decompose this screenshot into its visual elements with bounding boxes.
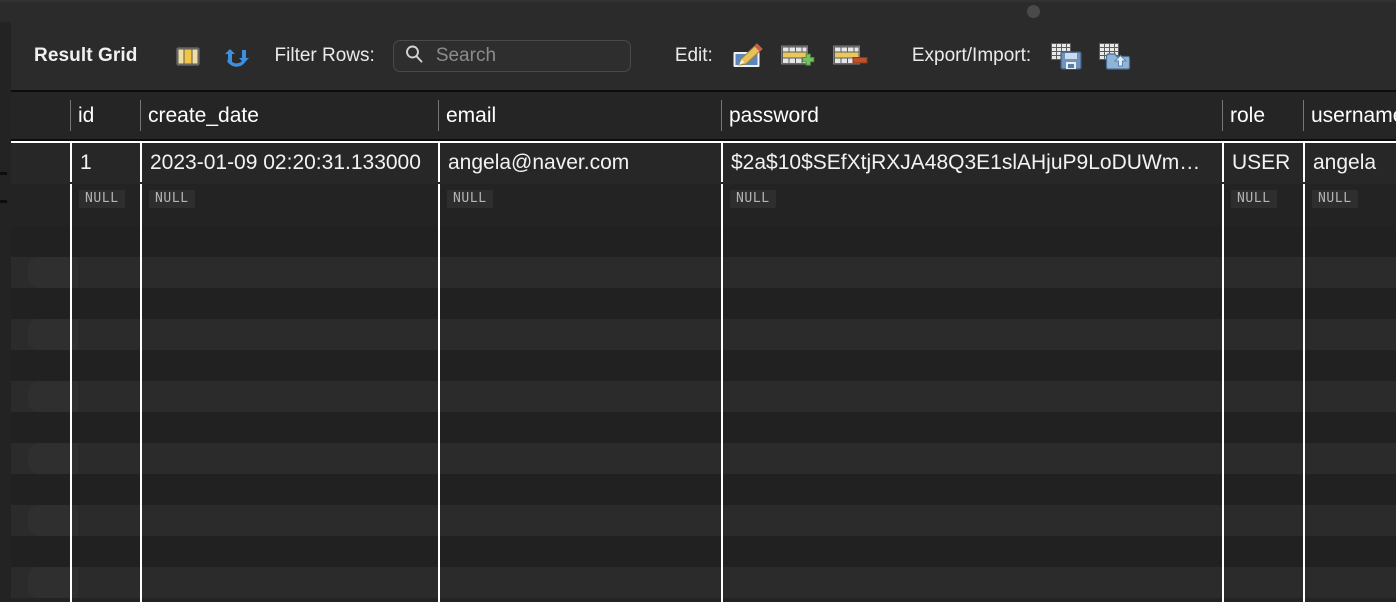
cell-value: angela@naver.com	[448, 150, 630, 174]
cell-value: angela	[1313, 150, 1377, 174]
cell-value: USER	[1232, 150, 1291, 174]
empty-row[interactable]	[11, 412, 1396, 443]
column-header-label: password	[729, 103, 819, 127]
empty-row[interactable]	[11, 443, 1396, 474]
empty-row[interactable]	[11, 474, 1396, 505]
window-grab-handle-dot[interactable]	[1027, 5, 1040, 18]
window-chrome-bar	[0, 0, 1396, 23]
search-placeholder-text: Search	[435, 45, 497, 66]
page-title: Result Grid	[34, 45, 138, 66]
cell-username-null[interactable]: NULL	[1303, 184, 1396, 214]
cell-value: 1	[80, 150, 92, 174]
null-badge: NULL	[149, 190, 195, 208]
table-delete-row-icon[interactable]	[832, 42, 868, 70]
cell-role[interactable]: USER	[1222, 143, 1303, 182]
table-import-folder-icon[interactable]	[1097, 41, 1131, 71]
null-badge: NULL	[1231, 190, 1277, 208]
pencil-edit-icon[interactable]	[731, 41, 765, 71]
column-header-id[interactable]: id	[70, 92, 140, 139]
column-header-label: email	[446, 103, 497, 127]
edit-label: Edit:	[674, 45, 713, 66]
header-divider	[1303, 100, 1304, 131]
new-record-row[interactable]: NULL NULL NULL NULL NULL NULL	[11, 184, 1396, 214]
empty-row[interactable]	[11, 257, 1396, 288]
header-divider	[438, 100, 439, 131]
column-header-label: username	[1311, 103, 1396, 127]
empty-row[interactable]	[11, 288, 1396, 319]
chrome-top-line	[0, 0, 1396, 2]
result-grid-panel: Result Grid Filter Rows: Search Edit: Ex…	[0, 0, 1396, 602]
header-divider	[70, 100, 71, 131]
cell-role-null[interactable]: NULL	[1222, 184, 1303, 214]
null-badge: NULL	[447, 190, 493, 208]
table-add-row-icon[interactable]	[780, 42, 816, 70]
empty-row[interactable]	[11, 536, 1396, 567]
column-header-label: create_date	[148, 103, 259, 127]
header-divider	[1222, 100, 1223, 131]
grid-columns-icon[interactable]	[175, 43, 201, 69]
cell-password[interactable]: $2a$10$SEfXtjRXJA48Q3E1slAHjuP9LoDUWm…	[721, 143, 1222, 182]
table-save-floppy-icon[interactable]	[1049, 41, 1083, 71]
empty-row[interactable]	[11, 567, 1396, 598]
cell-email-null[interactable]: NULL	[438, 184, 721, 214]
export-import-label: Export/Import:	[911, 45, 1032, 66]
empty-row[interactable]	[11, 350, 1396, 381]
null-badge: NULL	[79, 190, 125, 208]
column-header-password[interactable]: password	[721, 92, 1222, 139]
header-divider	[140, 100, 141, 131]
rail-notch-upper	[0, 172, 7, 175]
empty-row[interactable]	[11, 226, 1396, 257]
table-row[interactable]: 1 2023-01-09 02:20:31.133000 angela@nave…	[11, 141, 1396, 188]
empty-row[interactable]	[11, 381, 1396, 412]
search-input[interactable]: Search	[392, 40, 631, 72]
cell-id[interactable]: 1	[70, 143, 140, 182]
header-divider	[721, 100, 722, 131]
empty-row[interactable]	[11, 319, 1396, 350]
results-table[interactable]: id create_date email password role usern…	[11, 92, 1396, 602]
cell-create-date-null[interactable]: NULL	[140, 184, 438, 214]
filter-rows-label: Filter Rows:	[274, 45, 375, 66]
cell-username[interactable]: angela	[1303, 143, 1396, 182]
search-icon	[404, 44, 424, 69]
column-header-username[interactable]: username	[1303, 92, 1396, 139]
refresh-icon[interactable]	[223, 43, 251, 69]
cell-value: $2a$10$SEfXtjRXJA48Q3E1slAHjuP9LoDUWm…	[731, 150, 1201, 174]
column-header-create-date[interactable]: create_date	[140, 92, 438, 139]
column-header-label: id	[78, 103, 95, 127]
cell-id-null[interactable]: NULL	[70, 184, 140, 214]
table-header-row: id create_date email password role usern…	[11, 92, 1396, 141]
null-badge: NULL	[730, 190, 776, 208]
result-grid-toolbar: Result Grid Filter Rows: Search Edit: Ex…	[11, 22, 1396, 92]
column-header-role[interactable]: role	[1222, 92, 1303, 139]
cell-password-null[interactable]: NULL	[721, 184, 1222, 214]
rail-notch-lower	[0, 200, 7, 203]
null-badge: NULL	[1312, 190, 1358, 208]
empty-row[interactable]	[11, 505, 1396, 536]
cell-create-date[interactable]: 2023-01-09 02:20:31.133000	[140, 143, 438, 182]
column-header-email[interactable]: email	[438, 92, 721, 139]
cell-email[interactable]: angela@naver.com	[438, 143, 721, 182]
column-header-label: role	[1230, 103, 1266, 127]
cell-value: 2023-01-09 02:20:31.133000	[150, 150, 421, 174]
